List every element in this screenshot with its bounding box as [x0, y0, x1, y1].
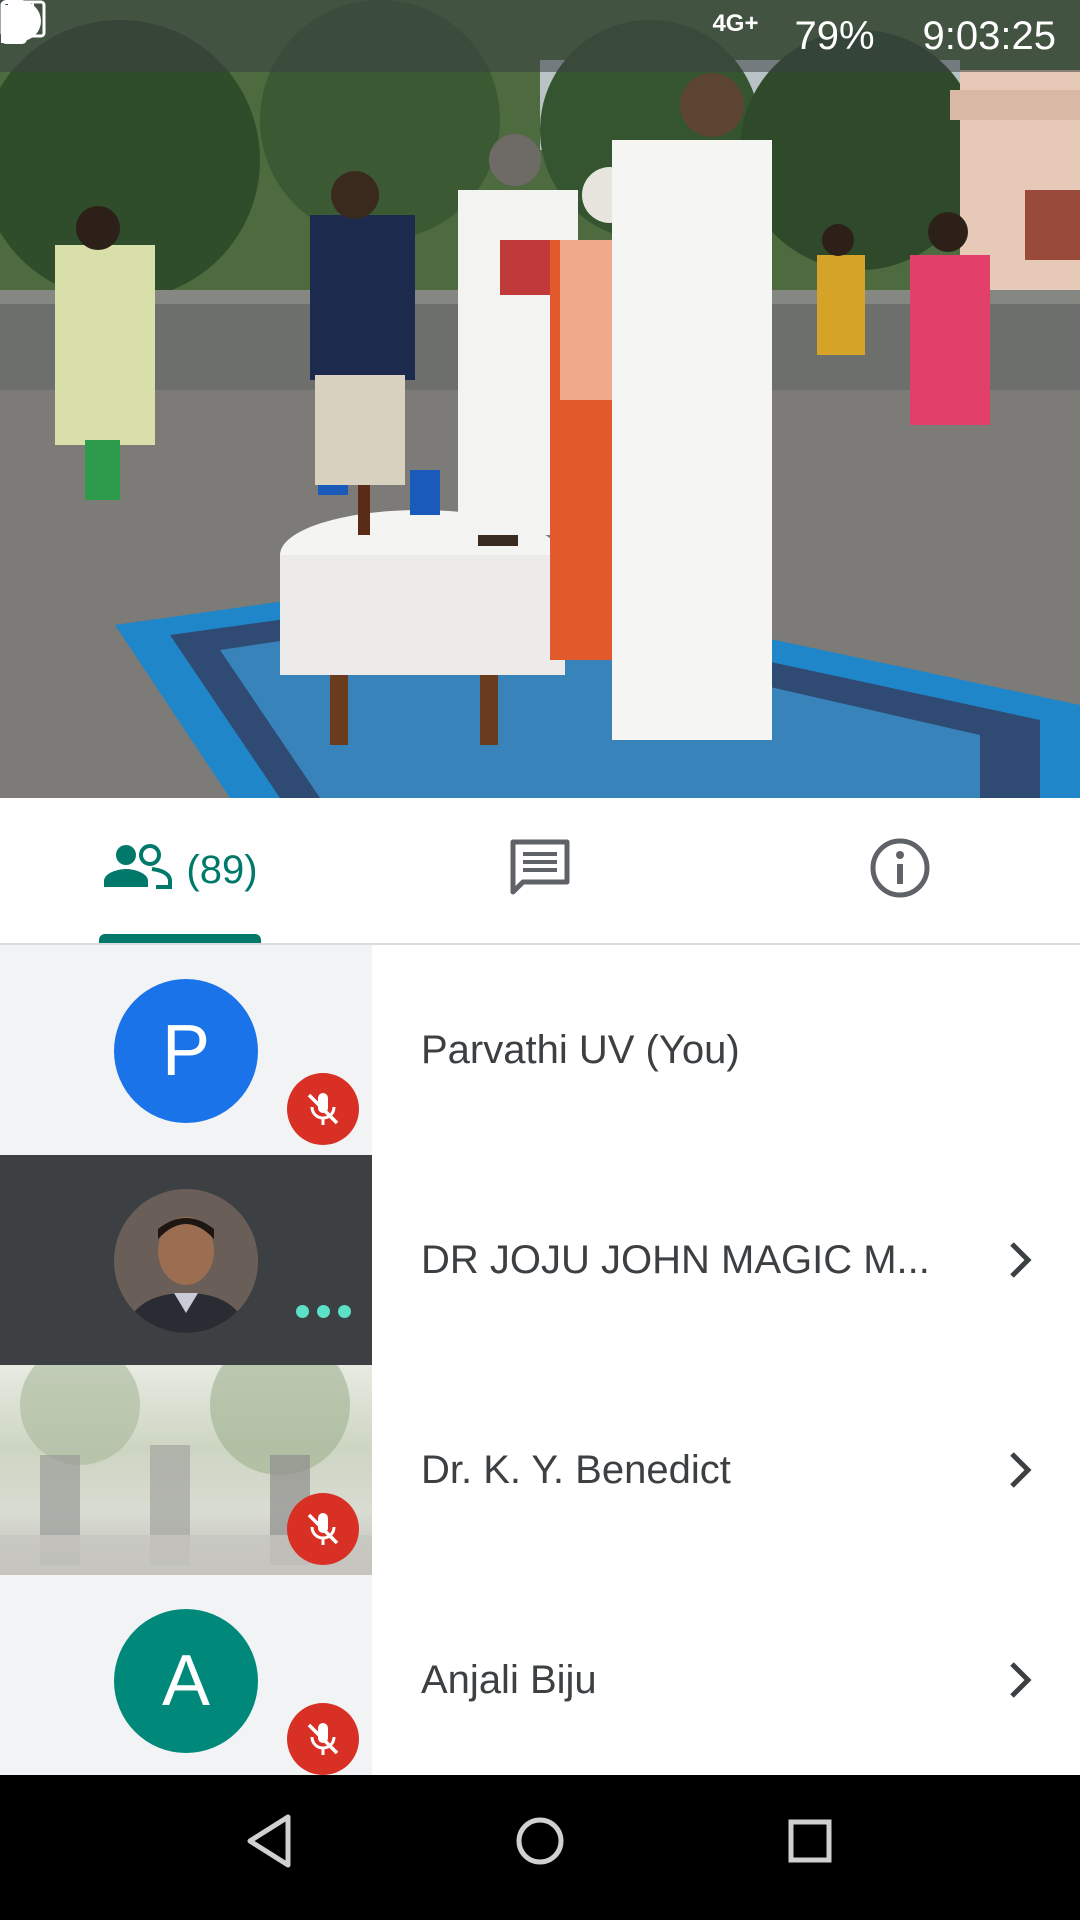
- mic-muted-icon: [287, 1493, 359, 1565]
- avatar-photo: [114, 1189, 258, 1333]
- participant-name: Anjali Biju: [421, 1657, 597, 1702]
- participant-row[interactable]: A Anjali Biju: [0, 1575, 1080, 1775]
- info-icon: [869, 837, 931, 904]
- clock: 9:03:25: [922, 13, 1056, 58]
- participant-name: DR JOJU JOHN MAGIC M...: [421, 1237, 930, 1282]
- participant-row[interactable]: P Parvathi UV (You): [0, 945, 1080, 1155]
- active-tab-indicator: [99, 934, 261, 943]
- chevron-right-icon[interactable]: [1000, 1238, 1040, 1287]
- network-type: 4G+: [712, 10, 759, 37]
- people-count: (89): [186, 848, 258, 892]
- speaking-indicator: [296, 1305, 351, 1318]
- home-icon[interactable]: [514, 1813, 566, 1874]
- tab-bar: (89): [0, 798, 1080, 945]
- people-icon: [102, 843, 173, 899]
- system-nav-bar: [0, 1775, 1080, 1920]
- participant-thumbnail: P: [0, 945, 372, 1155]
- participant-name: Dr. K. Y. Benedict: [421, 1447, 731, 1492]
- mic-muted-icon: [287, 1703, 359, 1775]
- back-icon[interactable]: [244, 1813, 294, 1874]
- tab-chat[interactable]: [490, 798, 590, 943]
- status-bar: 4G+ 79% 9:03:25: [0, 0, 1080, 72]
- participant-thumbnail: [0, 1155, 372, 1365]
- chat-icon: [509, 838, 571, 903]
- participant-video-thumbnail: [0, 1365, 372, 1575]
- participant-row[interactable]: Dr. K. Y. Benedict: [0, 1365, 1080, 1575]
- battery-percent: 79%: [794, 13, 875, 58]
- video-scene: [0, 0, 1080, 798]
- main-video[interactable]: 4G+ 79% 9:03:25: [0, 0, 1080, 798]
- tab-info[interactable]: [850, 798, 950, 943]
- recents-icon[interactable]: [786, 1813, 834, 1874]
- chevron-right-icon[interactable]: [1000, 1448, 1040, 1497]
- participant-row[interactable]: DR JOJU JOHN MAGIC M...: [0, 1155, 1080, 1365]
- chevron-right-icon[interactable]: [1000, 1658, 1040, 1707]
- tab-people[interactable]: (89): [99, 798, 261, 943]
- avatar: P: [114, 979, 258, 1123]
- participant-name: Parvathi UV (You): [421, 1027, 740, 1072]
- participant-list[interactable]: P Parvathi UV (You) DR JOJU JOHN MAGIC M…: [0, 945, 1080, 1775]
- mic-muted-icon: [287, 1073, 359, 1145]
- avatar: A: [114, 1609, 258, 1753]
- participant-thumbnail: A: [0, 1575, 372, 1775]
